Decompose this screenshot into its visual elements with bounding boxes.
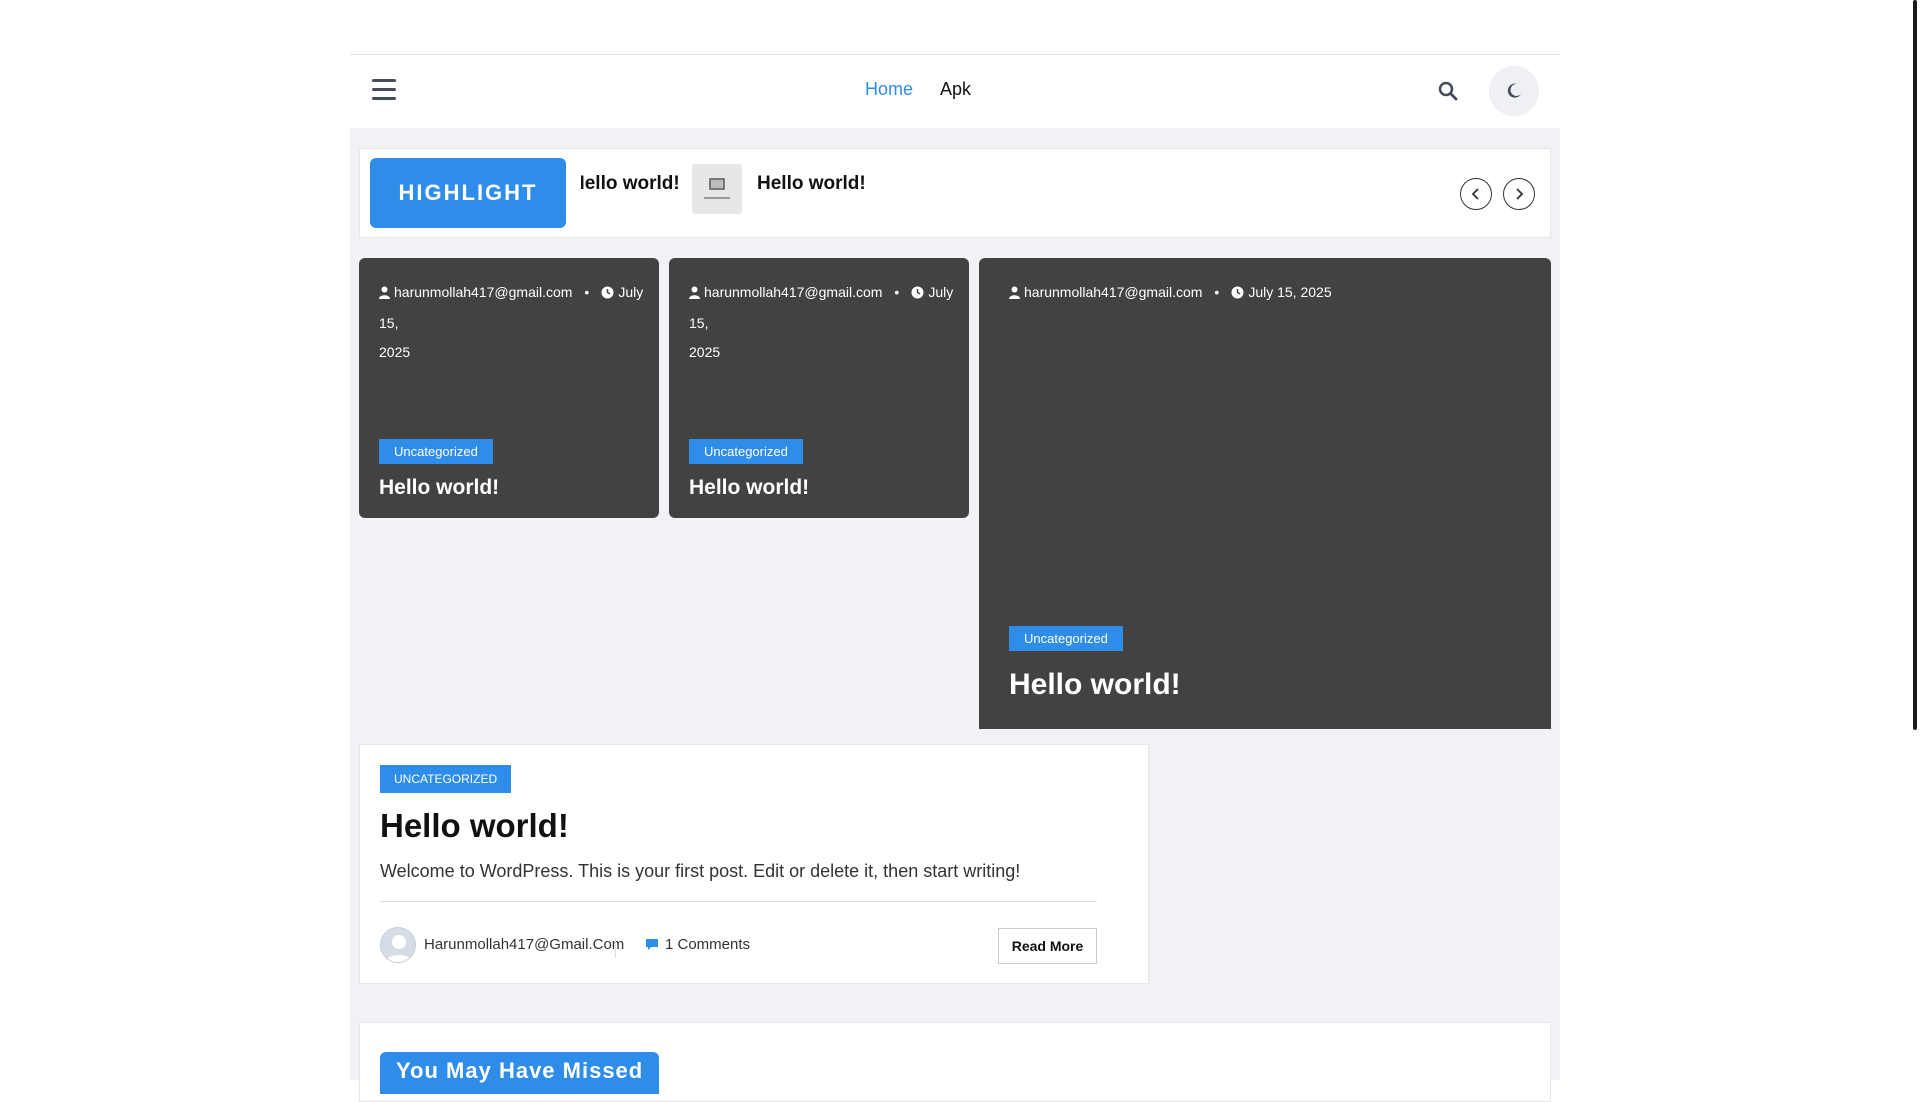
read-more-button[interactable]: Read More: [998, 928, 1097, 964]
chevron-right-icon: [1516, 188, 1524, 200]
chevron-left-icon: [1471, 188, 1479, 200]
featured-card[interactable]: harunmollah417@gmail.com • July 15, 2025 U…: [669, 258, 969, 518]
moon-icon: [1507, 83, 1521, 98]
user-icon: [689, 280, 700, 309]
user-icon: [1009, 280, 1020, 309]
ticker-prev-button[interactable]: [1460, 178, 1492, 210]
post-divider: [380, 901, 1097, 902]
nav-item-home[interactable]: Home: [865, 79, 913, 100]
post-title[interactable]: Hello world!: [380, 807, 569, 845]
ticker-thumbnail[interactable]: [692, 164, 742, 214]
you-may-have-missed-section: You May Have Missed: [359, 1022, 1551, 1102]
menu-icon[interactable]: [372, 79, 396, 101]
comment-icon: [645, 938, 659, 955]
dark-mode-toggle[interactable]: [1489, 66, 1539, 116]
post-article: UNCATEGORIZED Hello world! Welcome to Wo…: [359, 744, 1149, 984]
post-comments-link[interactable]: 1 Comments: [645, 936, 750, 955]
main-menu: Home Apk: [865, 79, 993, 100]
post-author-name[interactable]: Harunmollah417@Gmail.Com: [424, 936, 624, 953]
post-category-badge[interactable]: UNCATEGORIZED: [380, 765, 512, 793]
card-meta: harunmollah417@gmail.com • July 15, 2025: [379, 278, 659, 367]
scrollbar-thumb[interactable]: [1913, 0, 1917, 730]
card-title[interactable]: Hello world!: [379, 476, 499, 500]
page-container: Home Apk HIGHLIGHT Hello world! Hello wo…: [350, 0, 1560, 1102]
top-strip: [350, 0, 1560, 55]
card-author[interactable]: harunmollah417@gmail.com: [704, 284, 882, 300]
ticker-next-button[interactable]: [1503, 178, 1535, 210]
card-meta: harunmollah417@gmail.com • July 15, 2025: [689, 278, 969, 367]
ticker-item[interactable]: Hello world!: [757, 173, 866, 195]
card-date: July 15, 2025: [1248, 284, 1332, 300]
nav-item-apk[interactable]: Apk: [940, 79, 971, 100]
search-icon[interactable]: [1438, 81, 1460, 103]
meta-separator: [615, 938, 616, 958]
post-excerpt: Welcome to WordPress. This is your first…: [380, 861, 1021, 881]
section-title: You May Have Missed: [380, 1052, 660, 1094]
ticker-item[interactable]: Hello world!: [581, 173, 680, 195]
avatar-icon[interactable]: [380, 927, 416, 963]
featured-card-large[interactable]: harunmollah417@gmail.com • July 15, 2025 U…: [979, 258, 1551, 729]
clock-icon: [601, 280, 614, 309]
card-author[interactable]: harunmollah417@gmail.com: [1024, 284, 1202, 300]
user-icon: [379, 280, 390, 309]
clock-icon: [911, 280, 924, 309]
card-category-badge[interactable]: Uncategorized: [689, 439, 803, 464]
card-title[interactable]: Hello world!: [689, 476, 809, 500]
card-meta: harunmollah417@gmail.com • July 15, 2025: [1009, 278, 1332, 309]
clock-icon: [1231, 280, 1244, 309]
card-author[interactable]: harunmollah417@gmail.com: [394, 284, 572, 300]
featured-card[interactable]: harunmollah417@gmail.com • July 15, 2025 U…: [359, 258, 659, 518]
ticker-label: HIGHLIGHT: [370, 158, 566, 228]
card-title[interactable]: Hello world!: [1009, 668, 1181, 702]
card-date-year: 2025: [689, 344, 721, 360]
page-scrollbar[interactable]: [1911, 0, 1920, 1080]
card-category-badge[interactable]: Uncategorized: [379, 439, 493, 464]
post-comments-label: 1 Comments: [665, 936, 751, 953]
highlight-ticker: HIGHLIGHT Hello world! Hello world!: [359, 148, 1551, 238]
main-navbar: Home Apk: [350, 55, 1560, 128]
card-category-badge[interactable]: Uncategorized: [1009, 626, 1123, 651]
card-date-year: 2025: [379, 344, 411, 360]
